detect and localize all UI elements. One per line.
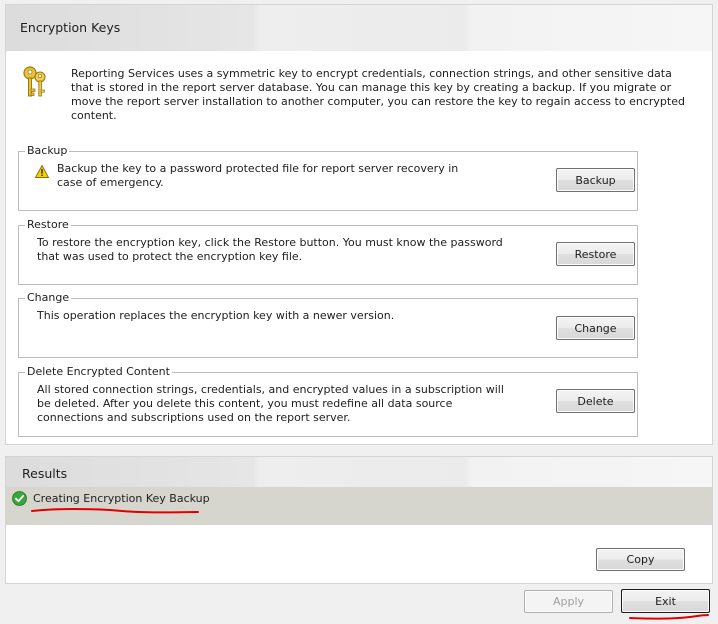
results-header: Results — [6, 457, 712, 487]
restore-button[interactable]: Restore — [556, 242, 635, 266]
key-icon — [23, 66, 46, 97]
change-button[interactable]: Change — [556, 316, 635, 340]
restore-legend: Restore — [25, 218, 71, 232]
result-row: Creating Encryption Key Backup — [6, 487, 712, 525]
backup-group: Backup Backup the key to a password prot… — [18, 144, 638, 211]
backup-legend: Backup — [25, 144, 70, 158]
copy-button[interactable]: Copy — [596, 548, 685, 571]
delete-button[interactable]: Delete — [556, 389, 635, 413]
change-legend: Change — [25, 291, 72, 305]
delete-content-legend: Delete Encrypted Content — [25, 365, 172, 379]
annotation-underline-exit — [629, 614, 709, 620]
apply-button[interactable]: Apply — [524, 590, 613, 613]
restore-description: To restore the encryption key, click the… — [37, 236, 503, 263]
delete-content-description: All stored connection strings, credentia… — [37, 383, 504, 424]
success-check-icon — [12, 491, 27, 506]
delete-content-group: Delete Encrypted Content All stored conn… — [18, 365, 638, 437]
page-title: Encryption Keys — [20, 20, 121, 35]
change-group: Change This operation replaces the encry… — [18, 291, 638, 358]
exit-button[interactable]: Exit — [621, 589, 710, 613]
warning-icon — [35, 165, 49, 178]
backup-description: Backup the key to a password protected f… — [57, 162, 459, 189]
backup-button[interactable]: Backup — [556, 168, 635, 192]
results-title: Results — [22, 466, 68, 481]
results-panel: Results Creating Encryption Key Backup C… — [5, 456, 713, 584]
intro-text: Reporting Services uses a symmetric key … — [71, 67, 685, 122]
change-description: This operation replaces the encryption k… — [37, 309, 395, 322]
restore-group: Restore To restore the encryption key, c… — [18, 218, 638, 285]
encryption-keys-panel: Encryption Keys Reporting Services uses … — [5, 4, 713, 445]
panel-header: Encryption Keys — [6, 5, 712, 51]
result-message: Creating Encryption Key Backup — [33, 492, 210, 505]
